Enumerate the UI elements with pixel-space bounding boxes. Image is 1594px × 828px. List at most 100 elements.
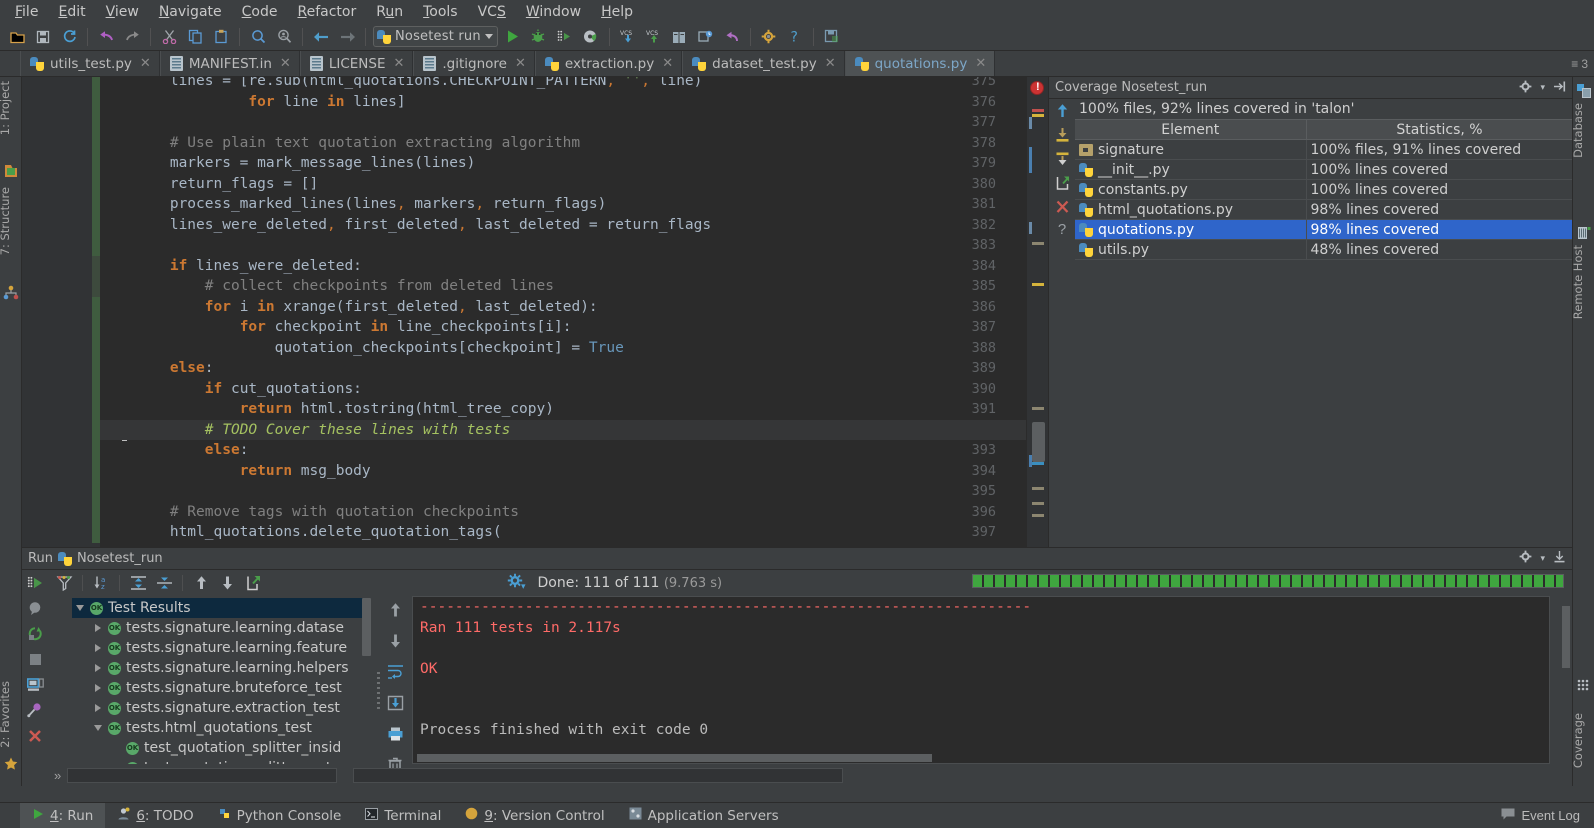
sidebar-item-favorites[interactable]: 2: Favorites (0, 681, 24, 748)
open-folder-icon[interactable] (4, 25, 30, 49)
sidebar-item-structure[interactable]: 7: Structure (0, 187, 24, 255)
code-line[interactable]: for line in lines] (100, 92, 1048, 113)
chevron-down-icon[interactable]: ▾ (1540, 554, 1545, 564)
help-icon[interactable]: ? (782, 25, 808, 49)
gear-icon[interactable] (1519, 80, 1532, 96)
test-tree-node[interactable]: OKtests.signature.learning.datase (72, 618, 370, 638)
run-console-output[interactable]: ----------------------------------------… (412, 596, 1550, 764)
close-icon[interactable]: ✕ (662, 56, 673, 71)
status-bar-event-log[interactable]: Event Log (1501, 808, 1594, 823)
menu-item-file[interactable]: File (6, 2, 47, 22)
menu-item-edit[interactable]: Edit (49, 2, 94, 22)
editor-marker-bar[interactable] (1026, 77, 1048, 547)
expand-more-icon[interactable]: » (54, 768, 61, 783)
code-line[interactable]: lines = [re.sub(html_quotations.CHECKPOI… (100, 77, 1048, 92)
code-lines[interactable]: lines = [re.sub(html_quotations.CHECKPOI… (100, 77, 1048, 547)
sidebar-item-project[interactable]: 1: Project (0, 81, 24, 135)
down-arrow-icon[interactable] (388, 633, 403, 652)
tree-expander-icon[interactable] (94, 664, 103, 673)
rerun-coverage-icon[interactable] (27, 575, 44, 594)
coverage-row[interactable]: signature100% files, 91% lines covered (1075, 140, 1573, 160)
console-horizontal-scrollbar[interactable] (417, 754, 932, 762)
chevron-down-icon[interactable]: ▾ (1540, 82, 1545, 93)
vcs-commit-icon[interactable]: VCS (641, 25, 667, 49)
print-icon[interactable] (387, 726, 404, 745)
restart-icon[interactable] (27, 626, 43, 645)
editor-tab-manifest-in[interactable]: MANIFEST.in✕ (160, 51, 300, 76)
status-bar-application-servers[interactable]: Application Servers (617, 803, 791, 828)
up-arrow-icon[interactable] (1055, 103, 1070, 122)
code-line[interactable]: return msg_body (100, 461, 1048, 482)
menu-item-tools[interactable]: Tools (414, 2, 467, 22)
coverage-row[interactable]: constants.py100% lines covered (1075, 180, 1573, 200)
code-line[interactable]: quotation_checkpoints[checkpoint] = True (100, 338, 1048, 359)
status-bar-9--version-control[interactable]: 9: Version Control (453, 803, 616, 828)
editor-tab-license[interactable]: LICENSE✕ (300, 51, 414, 76)
prev-test-icon[interactable] (189, 572, 213, 594)
coverage-row[interactable]: __init__.py100% lines covered (1075, 160, 1573, 180)
forward-icon[interactable] (334, 25, 360, 49)
coverage-row[interactable]: utils.py48% lines covered (1075, 240, 1573, 260)
rollback-icon[interactable] (719, 25, 745, 49)
copy-icon[interactable] (182, 25, 208, 49)
collapse-all-icon[interactable] (152, 572, 176, 594)
export-icon[interactable] (1055, 175, 1070, 194)
code-line[interactable]: # Use plain text quotation extracting al… (100, 133, 1048, 154)
editor-tab--gitignore[interactable]: .gitignore✕ (413, 51, 535, 76)
menu-item-refactor[interactable]: Refactor (288, 2, 365, 22)
expand-all-icon[interactable] (126, 572, 150, 594)
code-line[interactable]: for checkpoint in line_checkpoints[i]: (100, 317, 1048, 338)
coverage-table-header[interactable]: ElementStatistics, % (1075, 120, 1573, 140)
tab-overflow-menu[interactable]: ≡3 (1571, 51, 1594, 76)
menu-item-view[interactable]: View (97, 2, 148, 22)
save-remote-icon[interactable] (819, 25, 845, 49)
save-all-icon[interactable] (30, 25, 56, 49)
status-bar-6--todo[interactable]: 6: TODO (105, 803, 205, 828)
sync-icon[interactable] (56, 25, 82, 49)
find-replace-icon[interactable] (271, 25, 297, 49)
close-icon[interactable]: ✕ (140, 56, 151, 71)
code-line[interactable] (100, 235, 1048, 256)
menu-item-vcs[interactable]: VCS (469, 2, 515, 22)
soft-wrap-icon[interactable] (387, 664, 404, 683)
next-test-icon[interactable] (215, 572, 239, 594)
test-tree-scrollbar[interactable] (362, 598, 371, 656)
editor-tab-utils-test-py[interactable]: utils_test.py✕ (20, 51, 160, 76)
test-results-tree[interactable]: OKTest ResultsOKtests.signature.learning… (72, 598, 370, 764)
sidebar-item-database[interactable]: Database (1571, 103, 1594, 158)
undo-icon[interactable] (93, 25, 119, 49)
hide-icon[interactable] (1553, 550, 1566, 567)
menu-item-code[interactable]: Code (233, 2, 287, 22)
test-tree-node[interactable]: OKtests.signature.learning.feature (72, 638, 370, 658)
help-icon[interactable]: ? (1058, 223, 1066, 237)
stop-icon[interactable] (28, 652, 43, 670)
history-icon[interactable] (693, 25, 719, 49)
test-tree-node[interactable]: OKTest Results (72, 598, 370, 618)
find-icon[interactable] (245, 25, 271, 49)
rerun-failed-tests-icon[interactable] (52, 572, 76, 594)
tree-expander-icon[interactable] (76, 604, 85, 613)
console-vertical-scrollbar[interactable] (1562, 606, 1570, 668)
gear-icon[interactable] (756, 25, 782, 49)
code-line[interactable]: return_flags = [] (100, 174, 1048, 195)
scroll-to-end-icon[interactable] (387, 695, 404, 714)
profile-icon[interactable] (578, 25, 604, 49)
menu-item-window[interactable]: Window (517, 2, 590, 22)
code-line[interactable]: process_marked_lines(lines, markers, ret… (100, 194, 1048, 215)
export-test-results-icon[interactable] (241, 572, 265, 594)
status-bar-terminal[interactable]: Terminal (353, 803, 453, 828)
menu-item-navigate[interactable]: Navigate (150, 2, 231, 22)
editor-scroll-thumb[interactable] (1032, 422, 1045, 462)
redo-icon[interactable] (119, 25, 145, 49)
run-coverage-icon[interactable] (552, 25, 578, 49)
code-editor[interactable]: 3753763773783793803813823833843853863873… (22, 77, 1048, 547)
test-tree-node[interactable]: OKtests.signature.bruteforce_test (72, 678, 370, 698)
import-icon[interactable] (1055, 127, 1070, 146)
code-line[interactable] (100, 112, 1048, 133)
tree-expander-icon[interactable] (94, 644, 103, 653)
coverage-table[interactable]: ElementStatistics, % signature100% files… (1075, 119, 1574, 260)
status-bar-4--run[interactable]: 4: Run (20, 803, 105, 828)
editor-gutter[interactable] (22, 77, 100, 547)
run-configuration-selector[interactable]: Nosetest run (373, 26, 498, 47)
close-icon[interactable]: ✕ (975, 56, 986, 71)
